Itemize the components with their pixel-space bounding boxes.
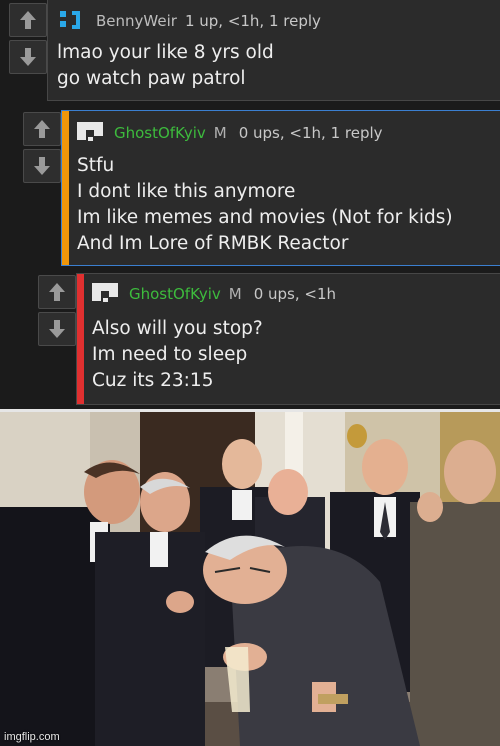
downvote-button[interactable] xyxy=(38,312,76,346)
comment-header: BennyWeir 1 up, <1h, 1 reply xyxy=(58,9,321,33)
comment-body: Stfu I dont like this anymore Im like me… xyxy=(77,153,453,257)
comment-line: And Im Lore of RMBK Reactor xyxy=(77,233,349,254)
comment-header: GhostOfKyiv M 0 ups, <1h, 1 reply xyxy=(76,121,383,145)
user-avatar[interactable] xyxy=(91,282,121,306)
vote-column xyxy=(23,112,61,184)
upvote-button[interactable] xyxy=(9,3,47,37)
arrow-up-icon xyxy=(49,283,65,301)
comment-header: GhostOfKyiv M 0 ups, <1h xyxy=(91,282,336,306)
meme-image: imgflip.com xyxy=(0,412,500,746)
mod-badge: M xyxy=(228,285,242,303)
comment-username[interactable]: GhostOfKyiv xyxy=(129,285,221,303)
comment-line: Also will you stop? xyxy=(92,318,263,339)
comment-line: I dont like this anymore xyxy=(77,181,296,202)
comment-line: Cuz its 23:15 xyxy=(92,370,214,391)
avatar-icon xyxy=(77,122,103,141)
comment-line: Im need to sleep xyxy=(92,344,248,365)
avatar-icon xyxy=(92,283,118,302)
user-avatar[interactable] xyxy=(76,121,106,145)
comment-card: GhostOfKyiv M 0 ups, <1h Also will you s… xyxy=(76,273,500,405)
arrow-up-icon xyxy=(34,120,50,138)
comment-line: Stfu xyxy=(77,155,115,176)
comment-meta: 0 ups, <1h, 1 reply xyxy=(238,124,383,142)
watermark: imgflip.com xyxy=(4,731,60,743)
vote-column xyxy=(38,275,76,347)
comment-meta: 0 ups, <1h xyxy=(253,285,337,303)
comment-username[interactable]: BennyWeir xyxy=(96,12,177,30)
comment-thread: BennyWeir 1 up, <1h, 1 reply lmao your l… xyxy=(0,0,500,412)
user-avatar[interactable] xyxy=(58,9,88,33)
arrow-down-icon xyxy=(34,157,50,175)
comment-card: BennyWeir 1 up, <1h, 1 reply lmao your l… xyxy=(47,0,500,101)
thread-accent-bar xyxy=(62,111,69,265)
laughing-men-illustration xyxy=(0,412,500,746)
comment-body: lmao your like 8 yrs old go watch paw pa… xyxy=(57,40,274,92)
arrow-up-icon xyxy=(20,11,36,29)
comment-line: Im like memes and movies (Not for kids) xyxy=(77,207,453,228)
comment-card: GhostOfKyiv M 0 ups, <1h, 1 reply Stfu I… xyxy=(61,110,500,266)
upvote-button[interactable] xyxy=(38,275,76,309)
avatar-icon xyxy=(60,11,80,29)
comment-line: go watch paw patrol xyxy=(57,68,246,89)
mod-badge: M xyxy=(213,124,227,142)
arrow-down-icon xyxy=(49,320,65,338)
arrow-down-icon xyxy=(20,48,36,66)
downvote-button[interactable] xyxy=(9,40,47,74)
comment-body: Also will you stop? Im need to sleep Cuz… xyxy=(92,316,263,394)
comment-meta: 1 up, <1h, 1 reply xyxy=(184,12,321,30)
upvote-button[interactable] xyxy=(23,112,61,146)
comment-username[interactable]: GhostOfKyiv xyxy=(114,124,206,142)
vote-column xyxy=(9,3,47,75)
downvote-button[interactable] xyxy=(23,149,61,183)
comment-line: lmao your like 8 yrs old xyxy=(57,42,274,63)
thread-accent-bar xyxy=(77,274,84,404)
